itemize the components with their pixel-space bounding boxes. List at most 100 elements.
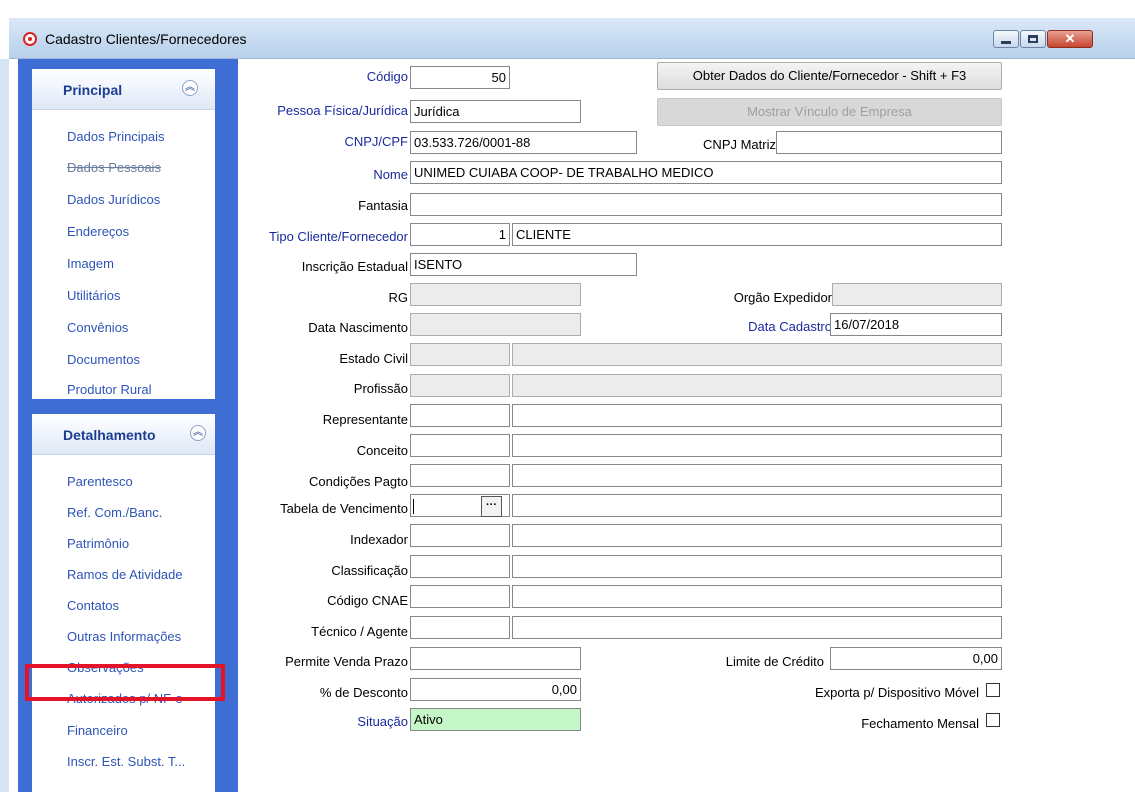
label-tecnico: Técnico / Agente xyxy=(311,624,408,639)
section-detalhamento: Detalhamento ︽ Parentesco Ref. Com./Banc… xyxy=(32,414,215,792)
sidebar-item-inscr-est-subst[interactable]: Inscr. Est. Subst. T... xyxy=(67,754,185,769)
tipo-desc-field[interactable]: CLIENTE xyxy=(512,223,1002,246)
tecnico-desc-field[interactable] xyxy=(512,616,1002,639)
nascimento-field xyxy=(410,313,581,336)
exporta-checkbox[interactable] xyxy=(986,683,1000,697)
inscricao-field[interactable]: ISENTO xyxy=(410,253,637,276)
label-classificacao: Classificação xyxy=(331,563,408,578)
profissao-code-field xyxy=(410,374,510,397)
sidebar-item-dados-principais[interactable]: Dados Principais xyxy=(67,129,165,144)
label-fechamento: Fechamento Mensal xyxy=(861,716,979,731)
classificacao-desc-field[interactable] xyxy=(512,555,1002,578)
sidebar-item-ref-com-banc[interactable]: Ref. Com./Banc. xyxy=(67,505,162,520)
cnpj-matriz-field[interactable] xyxy=(776,131,1002,154)
sidebar-item-contatos[interactable]: Contatos xyxy=(67,598,119,613)
representante-desc-field[interactable] xyxy=(512,404,1002,427)
label-cnpj-matriz: CNPJ Matriz xyxy=(703,137,776,152)
label-codigo: Código xyxy=(366,69,408,84)
sidebar-item-dados-juridicos[interactable]: Dados Jurídicos xyxy=(67,192,160,207)
label-exporta: Exporta p/ Dispositivo Móvel xyxy=(814,685,979,700)
sidebar-item-patrimonio[interactable]: Patrimônio xyxy=(67,536,129,551)
maximize-button[interactable] xyxy=(1020,30,1046,48)
tecnico-code-field[interactable] xyxy=(410,616,510,639)
rg-field xyxy=(410,283,581,306)
app-icon xyxy=(23,32,37,46)
minimize-icon xyxy=(1001,40,1011,44)
collapse-chevron-icon[interactable]: ︽ xyxy=(190,425,206,441)
classificacao-code-field[interactable] xyxy=(410,555,510,578)
sidebar-item-enderecos[interactable]: Endereços xyxy=(67,224,129,239)
ellipsis-button[interactable]: ··· xyxy=(481,496,502,517)
cnpj-field[interactable]: 03.533.726/0001-88 xyxy=(410,131,637,154)
sidebar-item-documentos[interactable]: Documentos xyxy=(67,352,140,367)
window-left-edge xyxy=(0,59,9,792)
section-detalhamento-title: Detalhamento xyxy=(63,427,156,443)
section-principal-header[interactable]: Principal ︽ xyxy=(32,69,215,110)
label-permite-venda: Permite Venda Prazo xyxy=(285,654,408,669)
cnae-desc-field[interactable] xyxy=(512,585,1002,608)
label-tipo: Tipo Cliente/Fornecedor xyxy=(269,229,408,244)
tipo-code-field[interactable]: 1 xyxy=(410,223,510,246)
sidebar-item-utilitarios[interactable]: Utilitários xyxy=(67,288,120,303)
mostrar-vinculo-button: Mostrar Vínculo de Empresa xyxy=(657,98,1002,126)
permite-venda-field[interactable] xyxy=(410,647,581,670)
label-indexador: Indexador xyxy=(350,532,408,547)
condicoes-desc-field[interactable] xyxy=(512,464,1002,487)
sidebar-item-dados-pessoais[interactable]: Dados Pessoais xyxy=(67,160,161,175)
indexador-desc-field[interactable] xyxy=(512,524,1002,547)
label-tabela: Tabela de Vencimento xyxy=(280,501,408,516)
fantasia-field[interactable] xyxy=(410,193,1002,216)
label-fantasia: Fantasia xyxy=(358,198,408,213)
label-data-cadastro: Data Cadastro xyxy=(748,319,832,334)
codigo-field[interactable]: 50 xyxy=(410,66,510,89)
representante-code-field[interactable] xyxy=(410,404,510,427)
data-cadastro-field[interactable]: 16/07/2018 xyxy=(830,313,1002,336)
condicoes-code-field[interactable] xyxy=(410,464,510,487)
sidebar-item-financeiro[interactable]: Financeiro xyxy=(67,723,128,738)
highlight-box xyxy=(25,664,225,701)
minimize-button[interactable] xyxy=(993,30,1019,48)
indexador-code-field[interactable] xyxy=(410,524,510,547)
desconto-field[interactable]: 0,00 xyxy=(410,678,581,701)
estado-civil-code-field xyxy=(410,343,510,366)
label-nascimento: Data Nascimento xyxy=(308,320,408,335)
text-cursor xyxy=(413,499,414,514)
label-representante: Representante xyxy=(322,412,408,427)
sidebar-item-convenios[interactable]: Convênios xyxy=(67,320,128,335)
label-inscricao: Inscrição Estadual xyxy=(301,259,408,274)
nome-field[interactable]: UNIMED CUIABA COOP- DE TRABALHO MEDICO xyxy=(410,161,1002,184)
sidebar-item-outras-informacoes[interactable]: Outras Informações xyxy=(67,629,181,644)
sidebar-item-imagem[interactable]: Imagem xyxy=(67,256,114,271)
orgao-field xyxy=(832,283,1002,306)
limite-credito-field[interactable]: 0,00 xyxy=(830,647,1002,670)
label-cnpj: CNPJ/CPF xyxy=(344,134,408,149)
fechamento-checkbox[interactable] xyxy=(986,713,1000,727)
label-condicoes: Condições Pagto xyxy=(308,474,408,489)
close-button[interactable]: ✕ xyxy=(1047,30,1093,48)
obter-dados-button[interactable]: Obter Dados do Cliente/Fornecedor - Shif… xyxy=(657,62,1002,90)
close-icon: ✕ xyxy=(1064,31,1076,46)
maximize-icon xyxy=(1028,35,1038,43)
sidebar-item-produtor-rural[interactable]: Produtor Rural xyxy=(67,382,152,397)
section-detalhamento-header[interactable]: Detalhamento ︽ xyxy=(32,414,215,455)
tabela-desc-field[interactable] xyxy=(512,494,1002,517)
sidebar-item-parentesco[interactable]: Parentesco xyxy=(67,474,133,489)
title-bar[interactable]: Cadastro Clientes/Fornecedores ✕ xyxy=(9,18,1135,59)
window-title: Cadastro Clientes/Fornecedores xyxy=(45,31,247,47)
conceito-code-field[interactable] xyxy=(410,434,510,457)
label-limite-credito: Limite de Crédito xyxy=(725,654,824,669)
label-rg: RG xyxy=(388,290,409,305)
label-cnae: Código CNAE xyxy=(327,593,408,608)
pessoa-field[interactable]: Jurídica xyxy=(410,100,581,123)
label-pessoa: Pessoa Física/Jurídica xyxy=(277,103,408,118)
collapse-chevron-icon[interactable]: ︽ xyxy=(182,80,198,96)
label-nome: Nome xyxy=(373,167,408,182)
section-principal-title: Principal xyxy=(63,82,123,98)
sidebar-item-ramos-de-atividade[interactable]: Ramos de Atividade xyxy=(67,567,183,582)
label-estado-civil: Estado Civil xyxy=(339,351,408,366)
conceito-desc-field[interactable] xyxy=(512,434,1002,457)
cnae-code-field[interactable] xyxy=(410,585,510,608)
label-situacao: Situação xyxy=(357,714,408,729)
situacao-field[interactable]: Ativo xyxy=(410,708,581,731)
label-conceito: Conceito xyxy=(356,443,408,458)
